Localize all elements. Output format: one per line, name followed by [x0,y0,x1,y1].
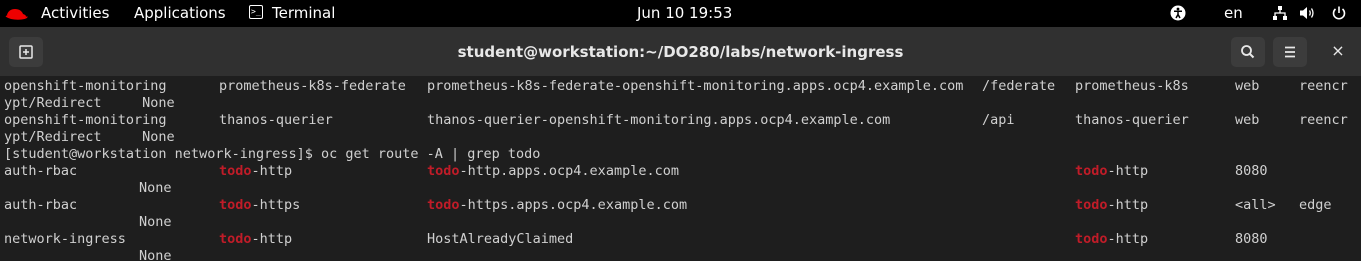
wrapped-text: ypt/Redirect None [4,95,175,111]
path-cell: /api [982,112,1015,128]
service-rest: -http [1107,197,1149,213]
host-cell: HostAlreadyClaimed [427,231,574,247]
host-cell: prometheus-k8s-federate-openshift-monito… [427,78,964,94]
command-line: [student@workstation network-ingress]$ o… [0,146,1361,163]
host-rest: -http.apps.ocp4.example.com [459,163,679,179]
search-icon [1241,45,1255,59]
top-bar: Activities Applications >_ Terminal Jun … [0,0,1361,27]
host-cell: thanos-querier-openshift-monitoring.apps… [427,112,891,128]
wrapped-text: None [139,248,172,261]
grep-match: todo [219,163,252,179]
redhat-logo-icon[interactable] [4,5,30,21]
namespace-cell: auth-rbac [4,197,78,213]
volume-icon[interactable] [1299,5,1316,21]
route-row-wrap: ypt/Redirect None [0,95,1361,112]
terminal-app-menu[interactable]: Terminal [272,4,335,23]
network-wired-icon[interactable] [1272,5,1288,21]
accessibility-icon[interactable] [1170,5,1186,21]
hamburger-menu-icon [1285,46,1295,58]
route-name-cell: thanos-querier [219,112,333,128]
namespace-cell: auth-rbac [4,163,78,179]
service-cell: thanos-querier [1075,112,1189,128]
search-button[interactable] [1231,37,1265,67]
port-cell: 8080 [1235,163,1268,179]
namespace-cell: openshift-monitoring [4,112,167,128]
grep-result-row: network-ingress todo-http HostAlreadyCla… [0,231,1361,248]
port-cell: web [1235,78,1260,94]
grep-match: todo [427,163,460,179]
route-row-wrap: ypt/Redirect None [0,129,1361,146]
service-rest: -http [1107,163,1149,179]
activities-button[interactable]: Activities [41,4,109,23]
route-row: openshift-monitoring prometheus-k8s-fede… [0,78,1361,95]
shell-command: [student@workstation network-ingress]$ o… [4,146,541,162]
menu-button[interactable] [1273,37,1307,67]
namespace-cell: network-ingress [4,231,126,247]
port-cell: web [1235,112,1260,128]
grep-match: todo [1075,197,1108,213]
port-cell: 8080 [1235,231,1268,247]
termination-cell: reencr [1299,78,1348,94]
service-cell: todo-http [1075,163,1148,180]
route-name-cell: todo-https [219,197,300,214]
clock[interactable]: Jun 10 19:53 [637,4,732,23]
namespace-cell: openshift-monitoring [4,78,167,94]
window-title: student@workstation:~/DO280/labs/network… [457,43,904,61]
route-name-rest: -http [251,231,293,247]
wrapped-text: ypt/Redirect None [4,129,175,145]
host-cell: todo-https.apps.ocp4.example.com [427,197,687,214]
grep-match: todo [1075,163,1108,179]
wrapped-text: None [139,214,172,230]
terminal-app-icon: >_ [249,5,263,19]
port-cell: <all> [1235,197,1276,213]
terminal-header-bar: student@workstation:~/DO280/labs/network… [0,27,1361,77]
close-window-button[interactable]: × [1327,40,1349,62]
route-name-cell: prometheus-k8s-federate [219,78,406,94]
grep-result-row: auth-rbac todo-http todo-http.apps.ocp4.… [0,163,1361,180]
grep-match: todo [427,197,460,213]
grep-match: todo [219,197,252,213]
service-cell: prometheus-k8s [1075,78,1189,94]
power-icon[interactable] [1331,5,1347,21]
termination-cell: reencr [1299,112,1348,128]
grep-match: todo [219,231,252,247]
route-name-cell: todo-http [219,163,292,180]
grep-result-wrap: None [0,214,1361,231]
route-name-cell: todo-http [219,231,292,248]
grep-result-row: auth-rbac todo-https todo-https.apps.ocp… [0,197,1361,214]
host-rest: -https.apps.ocp4.example.com [459,197,688,213]
grep-match: todo [1075,231,1108,247]
route-name-rest: -http [251,163,293,179]
termination-cell: edge [1299,197,1332,213]
grep-result-wrap: None [0,180,1361,197]
service-rest: -http [1107,231,1149,247]
grep-result-wrap: None [0,248,1361,261]
service-cell: todo-http [1075,231,1148,248]
language-indicator[interactable]: en [1224,4,1243,23]
route-name-rest: -https [251,197,301,213]
route-row: openshift-monitoring thanos-querier than… [0,112,1361,129]
service-cell: todo-http [1075,197,1148,214]
host-cell: todo-http.apps.ocp4.example.com [427,163,679,180]
applications-menu[interactable]: Applications [134,4,226,23]
path-cell: /federate [982,78,1056,94]
terminal-output[interactable]: openshift-monitoring prometheus-k8s-fede… [0,77,1361,261]
wrapped-text: None [139,180,172,196]
